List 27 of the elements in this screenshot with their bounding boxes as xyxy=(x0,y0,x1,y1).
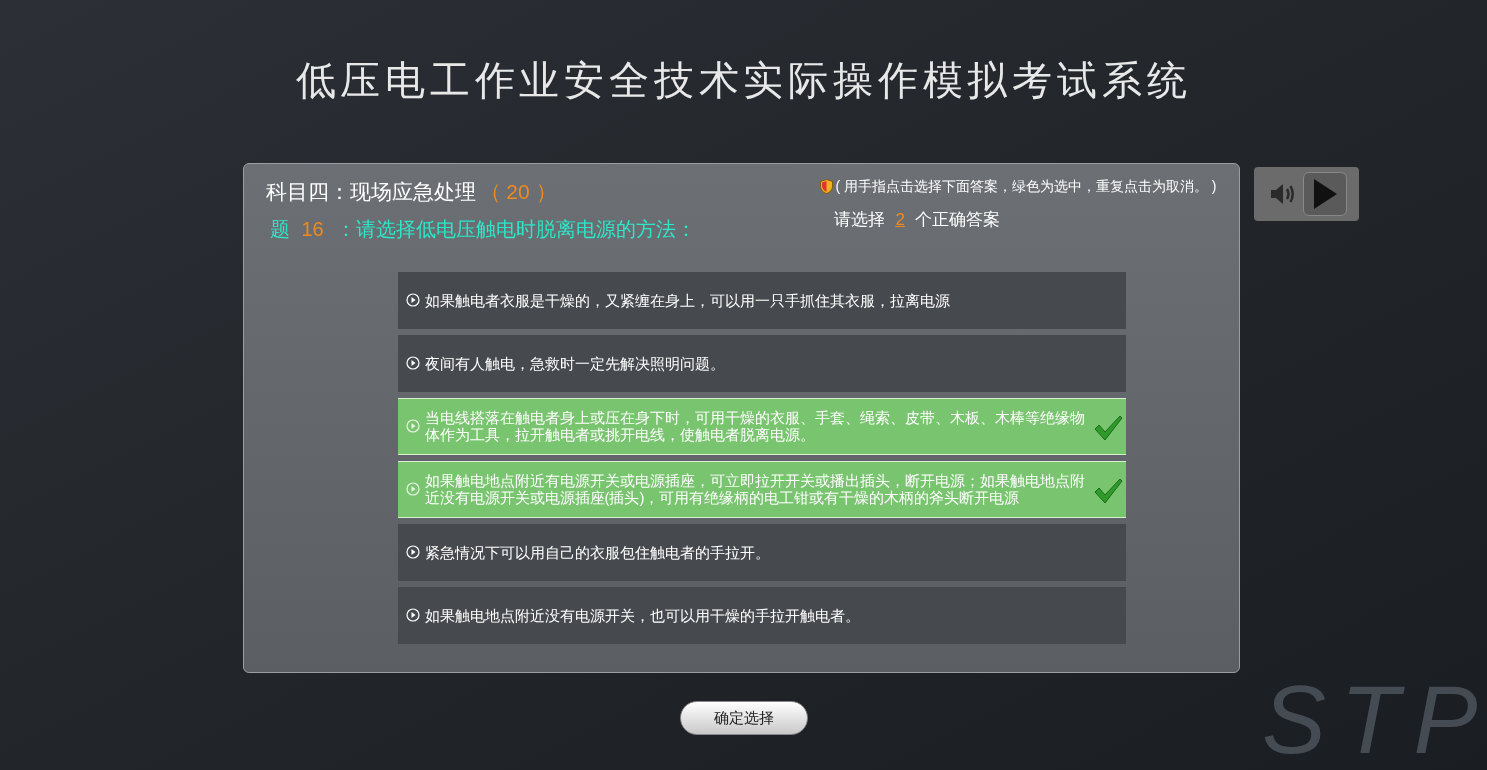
question-label: 题 xyxy=(269,216,290,242)
subject-label: 科目四：现场应急处理 xyxy=(265,179,476,205)
shield-icon xyxy=(820,179,834,194)
speaker-icon[interactable] xyxy=(1268,181,1297,207)
confirm-button[interactable]: 确定选择 xyxy=(679,701,808,735)
answer-text: 夜间有人触电，急救时一定先解决照明问题。 xyxy=(424,354,725,372)
answer-text: 如果触电者衣服是干燥的，又紧缠在身上，可以用一只手抓住其衣服，拉离电源 xyxy=(424,291,950,309)
answer-option[interactable]: 如果触电地点附近没有电源开关，也可以用干燥的手拉开触电者。 xyxy=(397,586,1126,644)
required-label: 请选择 xyxy=(834,209,886,231)
instruction-text: ( 用手指点击选择下面答案，绿色为选中，重复点击为取消。 ) xyxy=(835,177,1217,196)
answer-text: 紧急情况下可以用自己的衣服包住触电者的手拉开。 xyxy=(424,543,770,561)
play-icon xyxy=(1311,178,1338,210)
page-title: 低压电工作业安全技术实际操作模拟考试系统 xyxy=(295,57,1192,104)
play-button[interactable] xyxy=(1302,172,1347,216)
answer-option[interactable]: 紧急情况下可以用自己的衣服包住触电者的手拉开。 xyxy=(397,523,1126,581)
answer-option[interactable]: 如果触电者衣服是干燥的，又紧缠在身上，可以用一只手抓住其衣服，拉离电源 xyxy=(397,271,1126,329)
answer-text: 当电线搭落在触电者身上或压在身下时，可用干燥的衣服、手套、绳索、皮带、木板、木棒等绝缘物体作为工具，拉开触电者或挑开电线，使触电者脱离电源。 xyxy=(424,409,1086,443)
answer-option[interactable]: 夜间有人触电，急救时一定先解决照明问题。 xyxy=(397,334,1126,392)
checkmark-icon xyxy=(1092,413,1123,442)
question-number: 16 xyxy=(301,216,324,242)
answer-text: 如果触电地点附近有电源开关或电源插座，可立即拉开开关或播出插头，断开电源；如果触电地点附近没有电源开关或电源插座(插头)，可用有绝缘柄的电工钳或有干燥的木柄的斧头断开电源 xyxy=(424,472,1086,506)
checkmark-icon xyxy=(1092,476,1123,505)
question-count: （ 20 ） xyxy=(479,179,557,205)
required-count: 2 xyxy=(895,209,905,231)
answer-text: 如果触电地点附近没有电源开关，也可以用干燥的手拉开触电者。 xyxy=(424,606,860,624)
required-label: 个正确答案 xyxy=(914,209,1000,231)
question-text: ：请选择低电压触电时脱离电源的方法： xyxy=(335,216,696,242)
